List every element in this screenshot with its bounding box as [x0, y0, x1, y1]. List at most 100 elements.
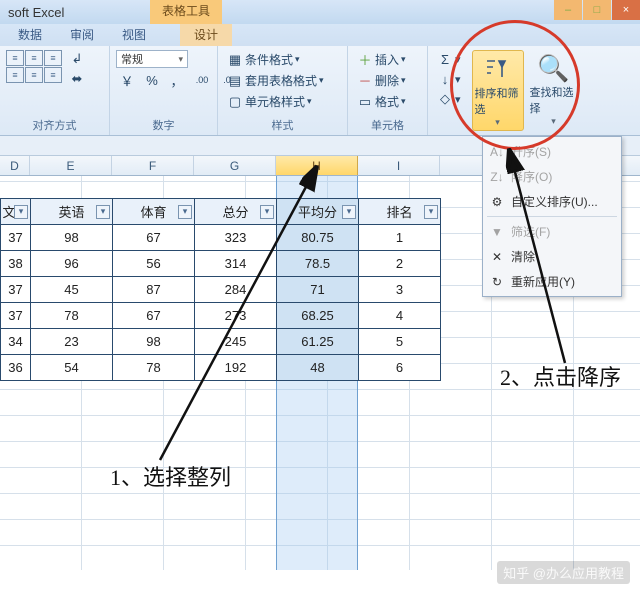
tab-design[interactable]: 设计	[180, 23, 232, 46]
chevron-down-icon: ▾	[495, 117, 500, 128]
cell[interactable]: 3	[359, 277, 441, 303]
table-format-button[interactable]: ▤ 套用表格格式▾	[224, 71, 327, 90]
cell[interactable]: 23	[31, 329, 113, 355]
table-row[interactable]: 365478192486	[1, 355, 441, 381]
cell[interactable]: 48	[277, 355, 359, 381]
cell[interactable]: 5	[359, 329, 441, 355]
table-row[interactable]: 37986732380.751	[1, 225, 441, 251]
cell[interactable]: 67	[113, 225, 195, 251]
cell-style-button[interactable]: ▢ 单元格样式▾	[224, 92, 315, 111]
tab-view[interactable]: 视图	[108, 23, 160, 46]
sort-filter-icon	[482, 53, 514, 85]
conditional-format-button[interactable]: ▦ 条件格式▾	[224, 50, 303, 69]
merge-icon: ⬌	[69, 71, 85, 87]
clear-filter-icon: ✕	[489, 249, 505, 265]
minimize-button[interactable]: –	[554, 0, 582, 20]
cell[interactable]: 6	[359, 355, 441, 381]
table-row[interactable]: 38965631478.52	[1, 251, 441, 277]
cell[interactable]: 67	[113, 303, 195, 329]
col-header-E[interactable]: E	[30, 156, 112, 175]
autosum-button[interactable]: Σ▾	[434, 50, 464, 68]
menu-reapply[interactable]: ↻ 重新应用(Y)	[483, 269, 621, 294]
menu-clear[interactable]: ✕ 清除	[483, 244, 621, 269]
cell[interactable]: 96	[31, 251, 113, 277]
th-I[interactable]: 排名▾	[359, 199, 441, 225]
col-header-H[interactable]: H	[276, 156, 358, 175]
cell[interactable]: 98	[113, 329, 195, 355]
filter-arrow-icon[interactable]: ▾	[342, 205, 356, 219]
cell[interactable]: 192	[195, 355, 277, 381]
find-select-button[interactable]: 🔍 查找和选择 ▾	[528, 50, 580, 129]
delete-button[interactable]: － 删除▾	[354, 71, 409, 90]
col-header-D[interactable]: D	[0, 156, 30, 175]
format-button[interactable]: ▭ 格式▾	[354, 92, 409, 111]
cell[interactable]: 37	[1, 303, 31, 329]
cell[interactable]: 323	[195, 225, 277, 251]
cell[interactable]: 37	[1, 225, 31, 251]
cell[interactable]: 78	[113, 355, 195, 381]
cell[interactable]: 61.25	[277, 329, 359, 355]
currency-icon: ￥	[119, 72, 135, 88]
filter-arrow-icon[interactable]: ▾	[14, 205, 28, 219]
col-header-G[interactable]: G	[194, 156, 276, 175]
wrap-text-button[interactable]: ↲	[66, 50, 88, 68]
close-button[interactable]: ×	[612, 0, 640, 20]
tab-data[interactable]: 数据	[4, 23, 56, 46]
cell[interactable]: 1	[359, 225, 441, 251]
sort-filter-button[interactable]: 排序和筛选 ▾	[472, 50, 524, 131]
th-G[interactable]: 总分▾	[195, 199, 277, 225]
table-row[interactable]: 34239824561.255	[1, 329, 441, 355]
menu-sort-desc[interactable]: Z↓ 降序(O)	[483, 164, 621, 189]
sigma-icon: Σ	[437, 51, 453, 67]
comma-button[interactable]: ，	[166, 71, 188, 89]
cell[interactable]: 80.75	[277, 225, 359, 251]
menu-sort-custom[interactable]: ⚙ 自定义排序(U)...	[483, 189, 621, 214]
cell[interactable]: 56	[113, 251, 195, 277]
cell[interactable]: 71	[277, 277, 359, 303]
maximize-button[interactable]: □	[583, 0, 611, 20]
menu-filter[interactable]: ▼ 筛选(F)	[483, 219, 621, 244]
filter-arrow-icon[interactable]: ▾	[424, 205, 438, 219]
th-D[interactable]: 文学▾	[1, 199, 31, 225]
percent-button[interactable]: %	[141, 71, 163, 89]
cell[interactable]: 245	[195, 329, 277, 355]
cell[interactable]: 45	[31, 277, 113, 303]
cell[interactable]: 273	[195, 303, 277, 329]
alignment-buttons[interactable]: ≡≡≡ ≡≡≡	[6, 50, 62, 83]
group-label-styles: 样式	[224, 115, 341, 133]
cell[interactable]: 314	[195, 251, 277, 277]
clear-button[interactable]: ◇▾	[434, 90, 464, 108]
menu-sort-asc[interactable]: A↓ 升序(S)	[483, 139, 621, 164]
filter-arrow-icon[interactable]: ▾	[178, 205, 192, 219]
col-header-F[interactable]: F	[112, 156, 194, 175]
merge-button[interactable]: ⬌	[66, 70, 88, 88]
cell[interactable]: 87	[113, 277, 195, 303]
cell[interactable]: 37	[1, 277, 31, 303]
cell[interactable]: 36	[1, 355, 31, 381]
cell[interactable]: 284	[195, 277, 277, 303]
th-H[interactable]: 平均分▾	[277, 199, 359, 225]
cell[interactable]: 34	[1, 329, 31, 355]
currency-button[interactable]: ￥	[116, 71, 138, 89]
table-row[interactable]: 374587284713	[1, 277, 441, 303]
col-header-I[interactable]: I	[358, 156, 440, 175]
cell[interactable]: 38	[1, 251, 31, 277]
insert-button[interactable]: ＋ 插入▾	[354, 50, 409, 69]
filter-arrow-icon[interactable]: ▾	[96, 205, 110, 219]
cell[interactable]: 4	[359, 303, 441, 329]
cell[interactable]: 54	[31, 355, 113, 381]
fill-button[interactable]: ↓▾	[434, 70, 464, 88]
th-E[interactable]: 英语▾	[31, 199, 113, 225]
th-F[interactable]: 体育▾	[113, 199, 195, 225]
cell[interactable]: 2	[359, 251, 441, 277]
number-format-select[interactable]: 常规 ▾	[116, 50, 188, 68]
reapply-icon: ↻	[489, 274, 505, 290]
cell[interactable]: 78.5	[277, 251, 359, 277]
increase-decimal-button[interactable]: .00	[191, 71, 213, 89]
filter-arrow-icon[interactable]: ▾	[260, 205, 274, 219]
cell[interactable]: 98	[31, 225, 113, 251]
cell[interactable]: 68.25	[277, 303, 359, 329]
cell[interactable]: 78	[31, 303, 113, 329]
table-row[interactable]: 37786727368.254	[1, 303, 441, 329]
tab-review[interactable]: 审阅	[56, 23, 108, 46]
